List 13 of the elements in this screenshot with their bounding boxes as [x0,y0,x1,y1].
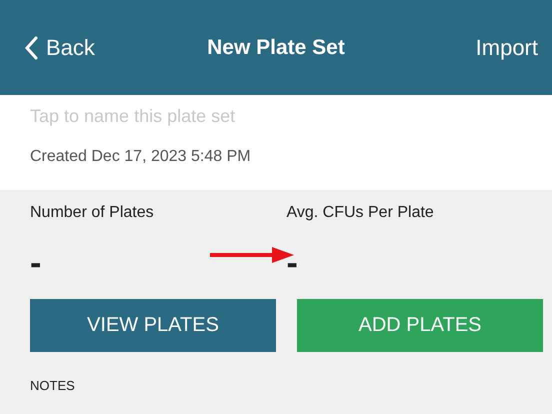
action-button[interactable]: VIEW PLATES [30,299,276,352]
stat-label: Avg. CFUs Per Plate [286,204,434,222]
notes-label: NOTES [30,378,75,393]
action-button[interactable]: ADD PLATES [297,299,543,352]
arrow-icon [210,245,294,265]
stat-label: Number of Plates [30,204,154,222]
chevron-left-icon [24,36,38,60]
stat-value: - [30,244,42,283]
import-button[interactable]: Import [476,34,538,60]
stat-value: - [286,244,298,283]
screen-title: New Plate Set [207,36,345,60]
back-button[interactable]: Back [24,34,95,60]
created-date: Created Dec 17, 2023 5:48 PM [30,148,252,166]
